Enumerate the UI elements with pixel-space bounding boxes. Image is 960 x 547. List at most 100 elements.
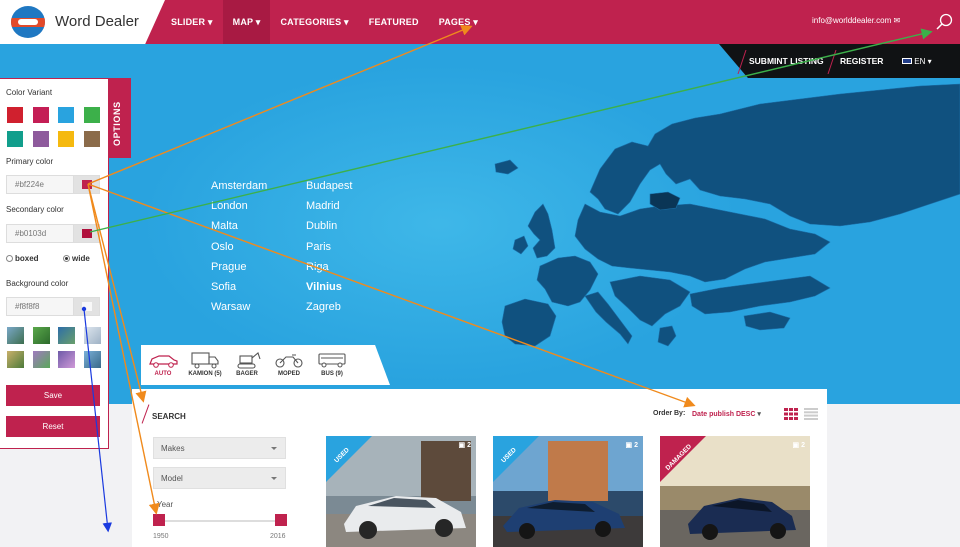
background-color-input[interactable]: #f8f8f8 xyxy=(6,297,100,316)
background-image-thumb[interactable] xyxy=(58,351,75,368)
uk-flag-icon xyxy=(902,58,912,64)
color-swatch-teal[interactable] xyxy=(7,131,23,147)
city-link[interactable]: Riga xyxy=(306,257,401,277)
badge-ribbon xyxy=(660,436,706,482)
year-label: Year xyxy=(157,500,174,509)
options-toggle-tab[interactable]: OPTIONS xyxy=(108,78,131,158)
grid-view-icon[interactable] xyxy=(784,408,798,420)
city-link[interactable]: Paris xyxy=(306,237,401,257)
camera-icon: ▣ xyxy=(625,442,633,449)
contact-email-link[interactable]: info@worlddealer.com ✉ xyxy=(812,16,900,25)
color-swatch-brown[interactable] xyxy=(84,131,100,147)
year-slider-max-handle[interactable] xyxy=(275,514,287,526)
background-image-thumb[interactable] xyxy=(58,327,75,344)
motorcycle-icon xyxy=(275,354,303,368)
search-title: SEARCH xyxy=(152,412,186,421)
color-swatch-crimson[interactable] xyxy=(33,107,49,123)
reset-button[interactable]: Reset xyxy=(6,416,100,437)
logo[interactable]: Word Dealer xyxy=(0,0,165,44)
camera-icon: ▣ xyxy=(458,442,466,449)
city-link[interactable]: Sofia xyxy=(211,277,306,297)
city-link[interactable]: Oslo xyxy=(211,237,306,257)
photo-count: ▣ 2 xyxy=(625,442,638,449)
city-link[interactable]: Prague xyxy=(211,257,306,277)
listing-card[interactable]: USED ▣ 2 xyxy=(493,436,643,547)
city-link-active[interactable]: Vilnius xyxy=(306,277,401,297)
year-min-value: 1950 xyxy=(153,533,169,540)
excavator-icon xyxy=(237,352,261,369)
primary-color-label: Primary color xyxy=(6,157,54,166)
language-selector[interactable]: EN ▾ xyxy=(902,57,932,66)
order-by-select[interactable]: Date publish DESC ▾ xyxy=(692,410,761,418)
primary-color-input[interactable]: #bf224e xyxy=(6,175,100,194)
tab-auto[interactable]: AUTO xyxy=(139,349,187,377)
nav-item-map[interactable]: MAP ▾ xyxy=(222,0,271,44)
background-image-thumb[interactable] xyxy=(7,351,24,368)
nav-item-categories[interactable]: CATEGORIES ▾ xyxy=(270,0,358,44)
brand-name: Word Dealer xyxy=(55,13,139,30)
background-color-label: Background color xyxy=(6,279,69,288)
secondary-color-label: Secondary color xyxy=(6,205,64,214)
helmet-logo-icon xyxy=(11,6,45,38)
submit-listing-link[interactable]: SUBMINT LISTING xyxy=(749,56,824,66)
city-link[interactable]: Warsaw xyxy=(211,297,306,317)
background-color-picker[interactable] xyxy=(73,298,99,315)
color-swatch-green[interactable] xyxy=(84,107,100,123)
color-swatch-yellow[interactable] xyxy=(58,131,74,147)
background-image-thumb[interactable] xyxy=(7,327,24,344)
year-slider-track[interactable] xyxy=(160,520,282,522)
year-max-value: 2016 xyxy=(270,533,286,540)
background-image-thumb[interactable] xyxy=(84,327,101,344)
save-button[interactable]: Save xyxy=(6,385,100,406)
primary-color-picker[interactable] xyxy=(73,176,99,193)
tab-moped[interactable]: MOPED xyxy=(265,349,313,377)
makes-select[interactable]: Makes xyxy=(153,437,286,459)
tab-bager[interactable]: BAGER xyxy=(223,349,271,377)
color-swatch-blue[interactable] xyxy=(58,107,74,123)
nav-item-slider[interactable]: SLIDER ▾ xyxy=(161,0,223,44)
listing-card[interactable]: DAMAGED ▣ 2 xyxy=(660,436,810,547)
city-link[interactable]: Zagreb xyxy=(306,297,401,317)
background-image-thumb[interactable] xyxy=(84,351,101,368)
list-view-icon[interactable] xyxy=(804,408,818,420)
background-image-thumb[interactable] xyxy=(33,351,50,368)
city-link[interactable]: Madrid xyxy=(306,196,401,216)
background-image-thumb[interactable] xyxy=(33,327,50,344)
search-icon xyxy=(936,13,953,30)
divider-slash xyxy=(737,50,747,74)
city-list: Amsterdam Budapest London Madrid Malta D… xyxy=(211,176,401,317)
color-swatch-purple[interactable] xyxy=(33,131,49,147)
nav-item-pages[interactable]: PAGES ▾ xyxy=(429,0,488,44)
register-link[interactable]: REGISTER xyxy=(840,56,883,66)
nav-item-featured[interactable]: FEATURED xyxy=(359,0,429,44)
camera-icon: ▣ xyxy=(792,442,800,449)
photo-count: ▣ 2 xyxy=(792,442,805,449)
search-button[interactable] xyxy=(926,0,960,44)
photo-count: ▣ 2 xyxy=(458,442,471,449)
model-select[interactable]: Model xyxy=(153,467,286,489)
order-by-label: Order By: xyxy=(653,410,686,417)
city-link[interactable]: Dublin xyxy=(306,216,401,236)
tab-bus[interactable]: BUS (9) xyxy=(308,349,356,377)
divider-slash xyxy=(827,50,837,74)
chevron-down-icon xyxy=(271,477,277,480)
secondary-color-picker[interactable] xyxy=(73,225,99,242)
city-link[interactable]: Amsterdam xyxy=(211,176,306,196)
city-link[interactable]: Budapest xyxy=(306,176,401,196)
city-link[interactable]: Malta xyxy=(211,216,306,236)
city-link[interactable]: London xyxy=(211,196,306,216)
top-navbar: Word Dealer SLIDER ▾ MAP ▾ CATEGORIES ▾ … xyxy=(0,0,960,44)
main-nav: SLIDER ▾ MAP ▾ CATEGORIES ▾ FEATURED PAG… xyxy=(161,0,488,44)
chevron-down-icon xyxy=(271,447,277,450)
tab-kamion[interactable]: KAMION (5) xyxy=(181,349,229,377)
layout-wide-radio[interactable]: wide xyxy=(63,254,90,263)
color-swatch-red[interactable] xyxy=(7,107,23,123)
bus-icon xyxy=(318,353,346,368)
listing-card[interactable]: USED ▣ 2 xyxy=(326,436,476,547)
secondary-color-input[interactable]: #b0103d xyxy=(6,224,100,243)
layout-boxed-radio[interactable]: boxed xyxy=(6,254,39,263)
car-icon xyxy=(149,355,178,368)
envelope-icon: ✉ xyxy=(893,16,901,25)
truck-icon xyxy=(191,352,219,369)
year-slider-min-handle[interactable] xyxy=(153,514,165,526)
